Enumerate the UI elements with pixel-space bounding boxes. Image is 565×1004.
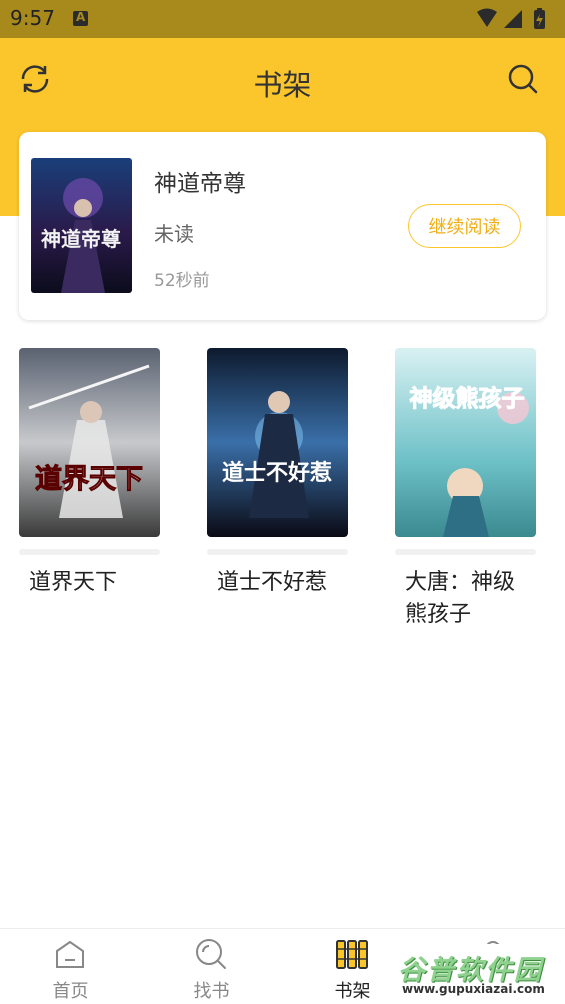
notification-icon	[73, 10, 88, 26]
book-title: 大唐：神级熊孩子	[405, 570, 516, 627]
read-progress-bar	[395, 549, 536, 555]
book-cover-title: 道士不好惹	[222, 460, 332, 486]
recent-cover-title: 神道帝尊	[41, 227, 121, 251]
search-icon[interactable]	[506, 62, 540, 96]
shelf-book-1[interactable]: 道士不好惹 道士不好惹	[207, 348, 348, 599]
nav-home-label: 首页	[52, 981, 89, 1002]
book-cover-title: 神级熊孩子	[410, 385, 525, 412]
shelf-book-2[interactable]: 神级熊孩子 大唐：神级熊孩子	[395, 348, 536, 631]
recent-read-time: 52秒前	[154, 271, 210, 291]
watermark: 谷普软件园 www.gupuxiazai.com	[394, 944, 562, 1000]
book-cover[interactable]: 道士不好惹	[207, 348, 348, 537]
nav-find-books[interactable]: 找书	[141, 929, 282, 1004]
book-cover-title: 道界天下	[35, 463, 143, 495]
signal-icon	[504, 10, 522, 28]
book-title: 道士不好惹	[217, 570, 328, 595]
nav-find-books-label: 找书	[193, 981, 230, 1002]
search-icon	[196, 939, 226, 969]
book-title: 道界天下	[29, 570, 118, 595]
recent-book-title: 神道帝尊	[154, 171, 246, 197]
read-progress-bar	[19, 549, 160, 555]
system-status-icons	[477, 8, 545, 29]
status-bar: 9:57	[0, 0, 565, 38]
bookshelf-icon	[336, 940, 368, 969]
home-icon	[56, 940, 84, 968]
shelf-book-0[interactable]: 道界天下 道界天下	[19, 348, 160, 599]
book-cover[interactable]: 道界天下	[19, 348, 160, 537]
recent-read-status: 未读	[154, 222, 194, 246]
wifi-icon	[477, 8, 497, 27]
watermark-url: www.gupuxiazai.com	[402, 982, 545, 996]
continue-reading-button[interactable]: 继续阅读	[408, 204, 521, 248]
nav-home[interactable]: 首页	[0, 929, 141, 1004]
book-cover[interactable]: 神级熊孩子	[395, 348, 536, 537]
read-progress-bar	[207, 549, 348, 555]
recent-book-card[interactable]: 神道帝尊 神道帝尊 未读 52秒前 继续阅读	[19, 132, 546, 320]
status-time: 9:57	[10, 6, 55, 30]
page-title: 书架	[253, 68, 312, 102]
recent-book-cover[interactable]: 神道帝尊	[31, 158, 132, 293]
